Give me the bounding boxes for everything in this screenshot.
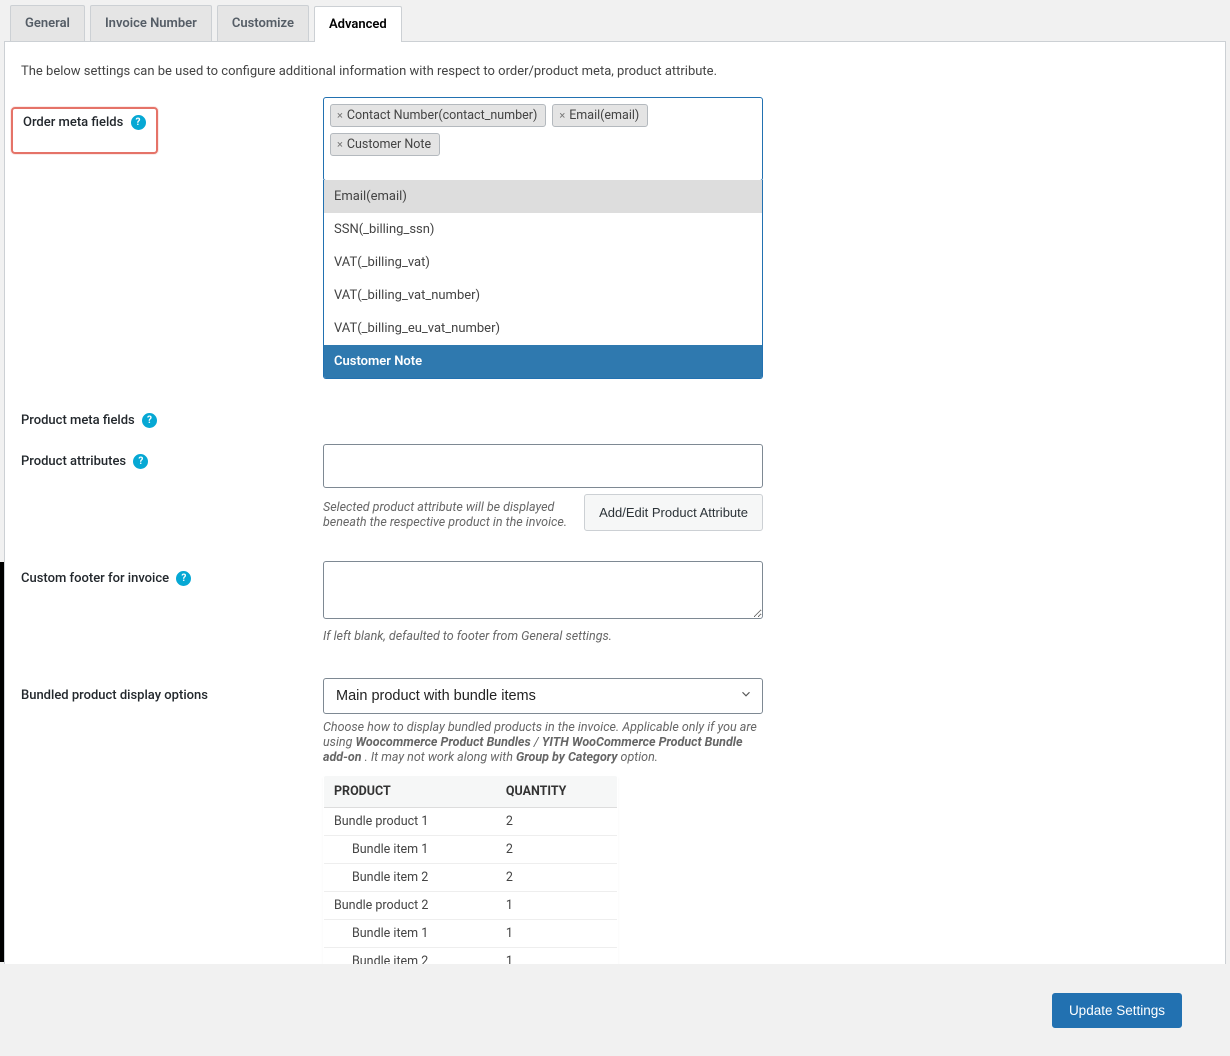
cell-quantity: 1 — [496, 920, 618, 948]
order-meta-label: Order meta fields — [23, 115, 123, 130]
order-meta-multiselect[interactable]: × Contact Number(contact_number) × Email(em… — [323, 97, 763, 181]
table-row: Bundle item 12 — [324, 836, 618, 864]
cell-product: Bundle item 1 — [324, 836, 496, 864]
cell-quantity: 2 — [496, 864, 618, 892]
tab-bar: General Invoice Number Customize Advance… — [4, 0, 1226, 42]
update-settings-button[interactable]: Update Settings — [1052, 993, 1182, 1028]
custom-footer-label: Custom footer for invoice — [21, 571, 169, 586]
selected-chip: × Contact Number(contact_number) — [330, 104, 546, 127]
bundle-label: Bundled product display options — [21, 688, 208, 703]
order-meta-label-highlight: Order meta fields ? — [11, 107, 158, 154]
intro-text: The below settings can be used to config… — [5, 42, 1225, 89]
product-meta-label: Product meta fields — [21, 413, 135, 428]
table-row: Bundle product 12 — [324, 808, 618, 836]
product-attributes-input[interactable] — [323, 444, 763, 488]
chip-label: Contact Number(contact_number) — [347, 108, 537, 123]
table-row: Bundle item 22 — [324, 864, 618, 892]
table-row: Bundle item 11 — [324, 920, 618, 948]
tab-general[interactable]: General — [10, 5, 85, 41]
cell-product: Bundle item 2 — [324, 864, 496, 892]
help-icon[interactable]: ? — [133, 454, 148, 469]
cell-quantity: 2 — [496, 808, 618, 836]
custom-footer-hint: If left blank, defaulted to footer from … — [323, 629, 763, 644]
footer-bar: Update Settings — [0, 964, 1230, 1056]
selected-chip: × Customer Note — [330, 133, 440, 156]
cell-quantity: 2 — [496, 836, 618, 864]
remove-chip-icon[interactable]: × — [337, 138, 343, 151]
settings-card: The below settings can be used to config… — [4, 42, 1226, 1033]
bundle-hint: Choose how to display bundled products i… — [323, 720, 763, 765]
tab-advanced[interactable]: Advanced — [314, 6, 402, 42]
cell-product: Bundle item 1 — [324, 920, 496, 948]
product-attributes-label: Product attributes — [21, 454, 126, 469]
dropdown-option[interactable]: Email(email) — [324, 180, 762, 213]
help-icon[interactable]: ? — [131, 115, 146, 130]
tab-customize[interactable]: Customize — [217, 5, 309, 41]
table-header-product: PRODUCT — [324, 776, 496, 808]
help-icon[interactable]: ? — [176, 571, 191, 586]
add-edit-attribute-button[interactable]: Add/Edit Product Attribute — [584, 494, 763, 531]
table-header-quantity: QUANTITY — [496, 776, 618, 808]
cell-product: Bundle product 1 — [324, 808, 496, 836]
remove-chip-icon[interactable]: × — [337, 109, 343, 122]
custom-footer-textarea[interactable] — [323, 561, 763, 619]
chip-label: Customer Note — [347, 137, 431, 152]
tab-invoice-number[interactable]: Invoice Number — [90, 5, 212, 41]
chip-label: Email(email) — [569, 108, 639, 123]
bundle-display-select[interactable]: Main product with bundle items — [323, 678, 763, 714]
help-icon[interactable]: ? — [142, 413, 157, 428]
product-attributes-hint: Selected product attribute will be displ… — [323, 500, 570, 530]
remove-chip-icon[interactable]: × — [559, 109, 565, 122]
dropdown-option[interactable]: SSN(_billing_ssn) — [324, 213, 762, 246]
table-row: Bundle product 21 — [324, 892, 618, 920]
selected-chip: × Email(email) — [552, 104, 648, 127]
cell-product: Bundle product 2 — [324, 892, 496, 920]
cell-quantity: 1 — [496, 892, 618, 920]
